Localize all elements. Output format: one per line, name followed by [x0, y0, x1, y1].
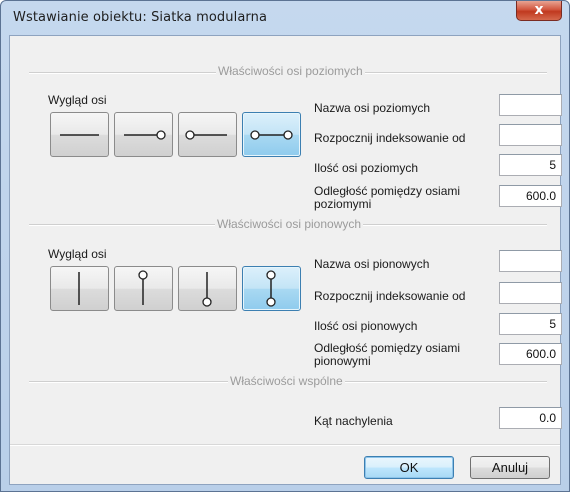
axis-line-icon — [60, 134, 99, 136]
dialog-client-area: Właściwości osi poziomych Wygląd osi Naz… — [9, 35, 562, 485]
cancel-button[interactable]: Anuluj — [470, 456, 550, 479]
axis-line-both-circles-icon — [250, 130, 293, 140]
horizontal-count-label: Ilość osi poziomych — [314, 161, 419, 175]
axis-line-end-circle-icon — [124, 130, 166, 140]
axis-line-icon — [78, 272, 80, 305]
horizontal-style-start-circle-button[interactable] — [178, 112, 237, 157]
axis-line-both-circles-icon — [266, 270, 276, 307]
section-title-horizontal: Właściwości osi poziomych — [216, 64, 365, 78]
vertical-style-top-circle-button[interactable] — [114, 266, 173, 311]
horizontal-spacing-field[interactable]: 600.0 — [499, 185, 562, 207]
dialog-window: Wstawianie obiektu: Siatka modularna x W… — [0, 0, 570, 492]
vertical-start-index-field[interactable] — [499, 282, 562, 304]
angle-label: Kąt nachylenia — [314, 414, 393, 428]
horizontal-spacing-label-line2: poziomymi — [314, 197, 372, 211]
horizontal-start-index-label: Rozpocznij indeksowanie od — [314, 131, 466, 145]
axis-line-top-circle-icon — [138, 270, 148, 305]
horizontal-appearance-label: Wygląd osi — [48, 93, 107, 107]
axis-line-start-circle-icon — [185, 130, 227, 140]
close-icon: x — [534, 2, 544, 18]
vertical-style-both-circles-button[interactable] — [242, 266, 301, 311]
horizontal-style-both-circles-button[interactable] — [242, 112, 301, 157]
ok-button[interactable]: OK — [364, 456, 454, 479]
vertical-count-label: Ilość osi pionowych — [314, 319, 418, 333]
horizontal-spacing-label-line1: Odległość pomiędzy osiami — [314, 184, 461, 198]
horizontal-start-index-field[interactable] — [499, 124, 562, 146]
vertical-style-bottom-circle-button[interactable] — [178, 266, 237, 311]
footer-divider — [10, 444, 560, 446]
vertical-spacing-label-line1: Odległość pomiędzy osiami — [314, 341, 461, 355]
vertical-count-field[interactable]: 5 — [499, 313, 562, 335]
angle-field[interactable]: 0.0 — [499, 407, 562, 429]
horizontal-style-plain-button[interactable] — [50, 112, 109, 157]
vertical-name-label: Nazwa osi pionowych — [314, 257, 430, 271]
horizontal-spacing-label: Odległość pomiędzy osiami poziomymi — [314, 185, 460, 211]
vertical-spacing-label: Odległość pomiędzy osiami pionowymi — [314, 342, 460, 368]
vertical-name-field[interactable] — [499, 250, 562, 272]
vertical-appearance-label: Wygląd osi — [48, 247, 107, 261]
vertical-spacing-label-line2: pionowymi — [314, 354, 371, 368]
section-title-vertical: Właściwości osi pionowych — [215, 217, 364, 231]
horizontal-count-field[interactable]: 5 — [499, 154, 562, 176]
horizontal-style-end-circle-button[interactable] — [114, 112, 173, 157]
horizontal-name-field[interactable] — [499, 94, 562, 116]
vertical-spacing-field[interactable]: 600.0 — [499, 343, 562, 365]
vertical-start-index-label: Rozpocznij indeksowanie od — [314, 289, 466, 303]
title-bar[interactable]: Wstawianie obiektu: Siatka modularna x — [1, 1, 569, 35]
horizontal-name-label: Nazwa osi poziomych — [314, 101, 431, 115]
dialog-title: Wstawianie obiektu: Siatka modularna — [13, 10, 268, 25]
close-button[interactable]: x — [516, 1, 562, 21]
section-title-common: Właściwości wspólne — [228, 374, 345, 388]
axis-line-bottom-circle-icon — [202, 272, 212, 307]
vertical-style-plain-button[interactable] — [50, 266, 109, 311]
